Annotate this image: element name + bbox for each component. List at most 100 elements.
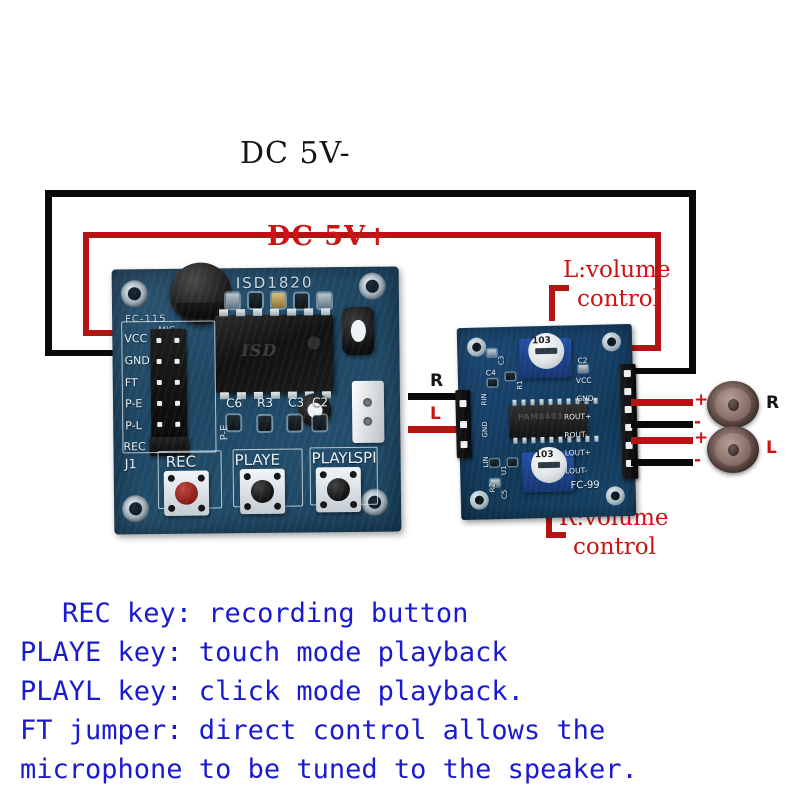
label-signal-right: R: [430, 371, 444, 391]
button-label-rec: REC: [165, 452, 197, 471]
amp-pin-label-vcc: VCC: [575, 375, 592, 386]
amp-pin-label-gnd: GND: [576, 393, 594, 404]
board-part-number: ISD1820: [235, 273, 314, 293]
component-label-c3: C3: [287, 395, 305, 410]
label-left-volume-line2: control: [577, 286, 660, 312]
wire-negative-top: [45, 190, 696, 197]
pin-label-vcc: VCC: [124, 332, 148, 346]
playl-button[interactable]: [315, 466, 362, 513]
component-label-c2: C2: [577, 355, 588, 366]
smd-component: [294, 293, 309, 309]
smd-component: [317, 293, 332, 309]
smd-component: [578, 364, 588, 373]
smd-component: [225, 293, 240, 309]
label-left-volume-line1: L:volume: [563, 257, 671, 283]
rec-button[interactable]: [163, 470, 210, 516]
label-right-volume-line2: control: [573, 534, 656, 560]
amp-pin-label-rout-minus: ROUT-: [564, 430, 588, 440]
right-volume-potentiometer[interactable]: 103: [521, 446, 575, 493]
chip-pin1-dot: [307, 336, 321, 350]
mounting-hole-bottom-left: [469, 490, 490, 510]
smd-component: [507, 458, 518, 466]
pin-label-gnd: GND: [124, 354, 150, 368]
polarity-r-plus: +: [694, 390, 709, 410]
component-label-c3: C3: [497, 355, 506, 366]
pot-knob[interactable]: 103: [530, 446, 568, 484]
wire-negative-to-gnd: [45, 350, 118, 356]
smd-component: [248, 292, 263, 309]
pam8403-chip: PAM8403: [508, 397, 599, 444]
speaker-label-left: L: [766, 438, 777, 458]
smd-component: [487, 349, 497, 357]
wire-rout-minus: [631, 421, 693, 428]
pot-knob[interactable]: 103: [527, 332, 565, 370]
chip-pins-bottom: [513, 435, 599, 444]
label-dc-5v-negative: DC 5V-: [240, 136, 351, 171]
audio-input-header[interactable]: [455, 389, 472, 459]
component-label-c6: C6: [225, 396, 243, 411]
playl-button-cap[interactable]: [326, 478, 351, 502]
chip-pins-top: [512, 397, 598, 406]
header-name-j1: J1: [124, 457, 137, 473]
amp-pin-label-gnd-in: GND: [480, 421, 490, 438]
wire-lout-plus: [631, 437, 693, 444]
note-line-1: REC key: recording button: [62, 598, 469, 629]
component-label-r2: R2: [488, 482, 497, 493]
mounting-hole-top-left: [466, 337, 487, 357]
mounting-hole-bottom-left: [121, 495, 150, 523]
pam8403-amplifier-module[interactable]: 103 103 PAM8403 VCC GND ROUT+ ROUT- LOUT…: [455, 323, 639, 521]
left-volume-potentiometer[interactable]: 103: [518, 332, 572, 379]
chip-pins-top: [219, 308, 331, 317]
amp-chip-marking: PAM8403: [517, 411, 564, 422]
smd-component: [258, 415, 272, 431]
pin-label-ft: FT: [124, 376, 138, 390]
playe-button-cap[interactable]: [250, 479, 275, 504]
wire-rout-plus: [631, 399, 693, 406]
amp-pin-label-rout-plus: ROUT+: [563, 411, 592, 422]
wire-negative-to-amp-gnd: [626, 368, 696, 374]
polarity-l-minus: -: [694, 450, 702, 470]
wire-negative-right-vertical: [689, 190, 696, 374]
pot-marking: 103: [531, 335, 551, 347]
note-line-5: microphone to be tuned to the speaker.: [20, 754, 638, 785]
component-label-c4: C4: [485, 368, 496, 378]
amp-pin-label-rin: RIN: [480, 393, 489, 406]
wire-lout-minus: [631, 459, 693, 466]
pot-marking: 103: [534, 449, 554, 461]
polarity-l-plus: +: [694, 428, 709, 448]
chip-marking: ISD: [241, 340, 278, 361]
speaker-label-right: R: [766, 393, 780, 413]
component-label-u1: U1: [500, 465, 509, 476]
pointer-right-volume-horizontal: [546, 532, 566, 538]
smd-component: [288, 415, 302, 431]
connector-label-spi: SPI: [353, 448, 377, 467]
wire-positive-left-vertical: [83, 232, 89, 335]
mounting-hole-top-right: [358, 272, 386, 300]
button-label-playe: PLAYE: [234, 450, 281, 470]
speaker-left: [707, 426, 759, 473]
rec-button-cap[interactable]: [174, 481, 199, 505]
smd-component: [490, 479, 500, 487]
isd1820-module[interactable]: ISD1820 FC-115 MIC ISD: [111, 262, 402, 535]
component-label-r1: R1: [515, 380, 525, 390]
led-indicator: [271, 292, 286, 308]
pointer-left-volume-horizontal: [549, 285, 569, 291]
playe-button[interactable]: [239, 468, 286, 515]
smd-component: [489, 459, 500, 467]
amp-pin-label-lin: LIN: [481, 456, 491, 468]
mounting-hole-top-left: [120, 280, 149, 308]
component-label-r3: R3: [256, 395, 274, 410]
amp-pin-label-lout-plus: LOUT+: [564, 447, 592, 458]
electrolytic-capacitor: [342, 306, 375, 356]
wire-negative-left-vertical: [45, 190, 52, 355]
smd-component: [505, 372, 515, 380]
pin-label-pl: P-L: [125, 419, 142, 433]
component-label-c2: C2: [311, 395, 329, 410]
note-line-4: FT jumper: direct control allows the: [20, 715, 606, 746]
smd-component: [313, 415, 327, 431]
speaker-connector[interactable]: [351, 380, 385, 443]
isd1820-chip: ISD: [215, 308, 334, 400]
mounting-hole-bottom-right: [605, 486, 626, 506]
smd-component: [227, 415, 241, 431]
button-label-playl: PLAYL: [311, 448, 357, 468]
